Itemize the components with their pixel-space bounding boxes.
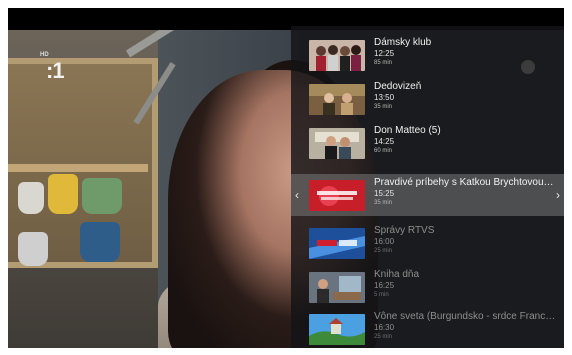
programme-item-selected[interactable]: ‹ Pravdivé príbehy s Katkou Brychtovou (… (291, 174, 564, 216)
programme-time: 12:25 (374, 49, 395, 58)
chevron-right-icon[interactable]: › (556, 188, 560, 202)
programme-item[interactable]: Kniha dňa 16:25 5 min (291, 266, 564, 308)
programme-thumbnail (309, 272, 365, 303)
programme-thumbnail (309, 180, 365, 211)
programme-title: Vône sveta (Burgundsko - srdce Francúz..… (374, 311, 556, 322)
programme-meta: Dedovizeň 13:50 35 min (374, 81, 556, 111)
programme-thumbnail (309, 40, 365, 71)
programme-duration: 5 min (374, 292, 389, 298)
programme-item[interactable]: Dámsky klub 12:25 85 min (291, 34, 564, 76)
programme-guide-panel: Dámsky klub 12:25 85 min Dedovizeň 13:50… (291, 26, 564, 348)
scene-shelf (8, 164, 148, 172)
programme-title: Pravdivé príbehy s Katkou Brychtovou (N.… (374, 177, 556, 188)
programme-title: Správy RTVS (374, 225, 435, 236)
programme-duration: 60 min (374, 148, 393, 154)
programme-item[interactable]: Vône sveta (Burgundsko - srdce Francúz..… (291, 308, 564, 348)
programme-time: 13:50 (374, 93, 395, 102)
programme-title: Kniha dňa (374, 269, 420, 280)
programme-meta: Don Matteo (5) 14:25 60 min (374, 125, 556, 155)
programme-meta: Správy RTVS 16:00 25 min (374, 225, 556, 255)
scene-jar (18, 232, 48, 266)
scene-cabinet (8, 58, 158, 268)
programme-meta: Pravdivé príbehy s Katkou Brychtovou (N.… (374, 177, 556, 207)
channel-logo: :1 (46, 58, 65, 83)
programme-time: 15:25 (374, 189, 395, 198)
scene-cup (82, 178, 122, 214)
programme-duration: 35 min (374, 104, 393, 110)
scene-cup (18, 182, 44, 214)
scene-jar (80, 222, 120, 262)
programme-item[interactable]: Dedovizeň 13:50 35 min (291, 78, 564, 120)
scene-cup (48, 174, 78, 214)
programme-time: 16:25 (374, 281, 395, 290)
programme-duration: 35 min (374, 200, 393, 206)
programme-item[interactable]: Don Matteo (5) 14:25 60 min (291, 122, 564, 164)
programme-thumbnail (309, 228, 365, 259)
programme-meta: Kniha dňa 16:25 5 min (374, 269, 556, 299)
programme-duration: 25 min (374, 334, 393, 340)
programme-time: 14:25 (374, 137, 395, 146)
programme-title: Dámsky klub (374, 37, 432, 48)
programme-duration: 85 min (374, 60, 393, 66)
chevron-left-icon[interactable]: ‹ (295, 188, 299, 202)
programme-thumbnail (309, 128, 365, 159)
tv-screen: HD :1 Dámsky klub 12:25 85 min Dedovizeň… (8, 8, 564, 348)
programme-thumbnail (309, 314, 365, 345)
programme-time: 16:00 (374, 237, 395, 246)
programme-title: Don Matteo (5) (374, 125, 441, 136)
programme-meta: Dámsky klub 12:25 85 min (374, 37, 556, 67)
programme-duration: 25 min (374, 248, 393, 254)
programme-title: Dedovizeň (374, 81, 422, 92)
programme-meta: Vône sveta (Burgundsko - srdce Francúz..… (374, 311, 556, 341)
programme-time: 16:30 (374, 323, 395, 332)
programme-item[interactable]: Správy RTVS 16:00 25 min (291, 222, 564, 264)
programme-thumbnail (309, 84, 365, 115)
